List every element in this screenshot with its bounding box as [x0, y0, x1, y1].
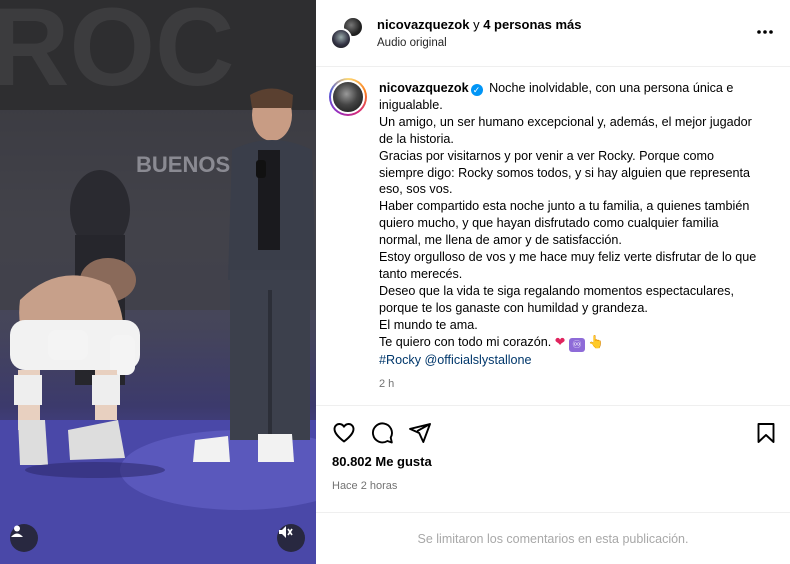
comment-icon[interactable] — [370, 421, 394, 445]
avatar — [330, 28, 352, 50]
caption-section: nicovazquezok ✓ Noche inolvidable, con un… — [316, 67, 790, 406]
post-authors: nicovazquezok y 4 personas más — [377, 17, 581, 32]
collab-avatars[interactable] — [330, 16, 364, 50]
post-details-panel: nicovazquezok y 4 personas más Audio ori… — [316, 0, 790, 564]
action-bar — [316, 406, 790, 456]
avatar[interactable] — [329, 78, 367, 116]
other-authors-link[interactable]: 4 personas más — [483, 17, 581, 32]
mute-button[interactable] — [277, 524, 305, 552]
likes-count[interactable]: 80.802 Me gusta — [332, 454, 432, 469]
heart-icon[interactable] — [332, 421, 356, 445]
stage-banner-text: BUENOS — [136, 152, 230, 177]
more-options-button[interactable] — [756, 22, 774, 36]
caption-timestamp[interactable]: 2 h — [379, 378, 394, 390]
caption-text: nicovazquezok ✓ Noche inolvidable, con un… — [379, 80, 757, 369]
pointing-up-emoji: 👆 — [588, 334, 604, 349]
caption-username-link[interactable]: nicovazquezok — [379, 81, 469, 95]
authors-connector: y — [469, 17, 484, 32]
comments-limited-notice: Se limitaron los comentarios en esta pub… — [316, 512, 790, 564]
mention-link[interactable]: @officialslystallone — [425, 353, 532, 367]
tag-people-button[interactable] — [10, 524, 38, 552]
bookmark-icon[interactable] — [754, 421, 778, 445]
stage-photo: ROC BUENOS — [0, 0, 316, 564]
verified-badge-icon: ✓ — [470, 84, 483, 96]
heart-emoji: ❤ — [554, 334, 566, 349]
post-header: nicovazquezok y 4 personas más Audio ori… — [316, 0, 790, 67]
mute-icon — [279, 526, 293, 538]
more-horizontal-icon — [757, 30, 773, 34]
post-media[interactable]: ROC BUENOS — [0, 0, 316, 564]
caption-body: Noche inolvidable, con una persona única… — [379, 81, 757, 349]
user-tag-icon — [11, 525, 23, 537]
audio-link[interactable]: Audio original — [377, 37, 447, 49]
post-time-ago[interactable]: Hace 2 horas — [332, 480, 397, 492]
share-icon[interactable] — [408, 421, 432, 445]
hashtag-link[interactable]: #Rocky — [379, 353, 421, 367]
infinity-emoji: ♾ — [568, 337, 585, 352]
svg-text:ROC: ROC — [0, 0, 234, 109]
author-username-link[interactable]: nicovazquezok — [377, 17, 469, 32]
